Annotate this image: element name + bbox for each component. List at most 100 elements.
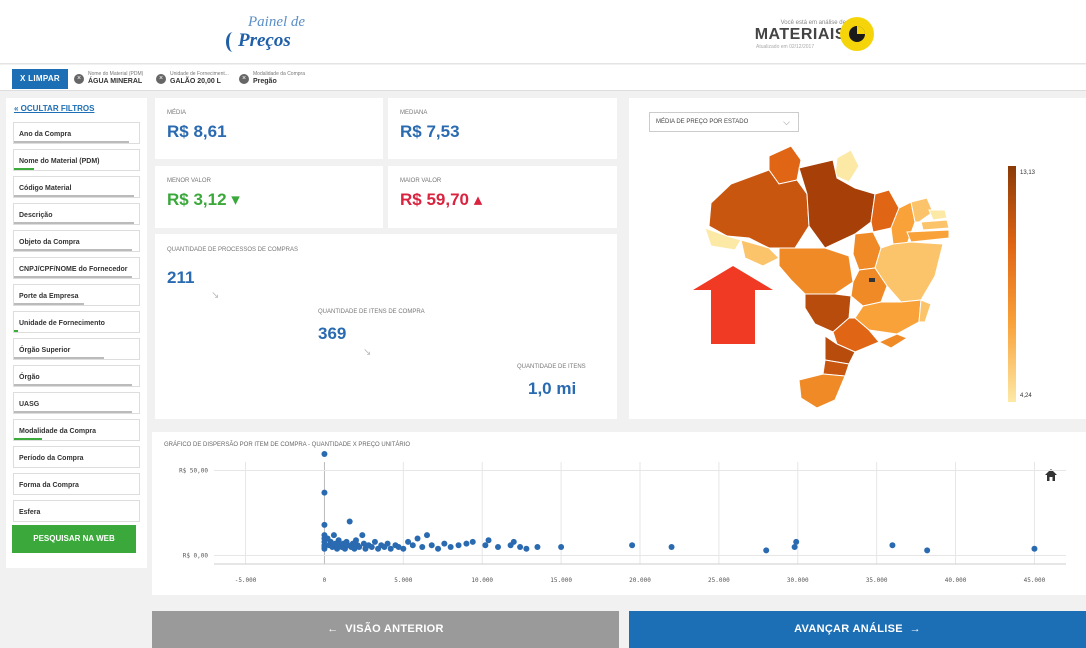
filter-ano-da-compra[interactable]: Ano da Compra xyxy=(13,122,140,144)
filter-objeto-da-compra[interactable]: Objeto da Compra xyxy=(13,230,140,252)
scatter-point[interactable] xyxy=(668,544,675,550)
scatter-point[interactable] xyxy=(384,540,391,547)
filter-codigo-material[interactable]: Código Material xyxy=(13,176,140,198)
filter-label: Código Material xyxy=(19,185,72,192)
filter-periodo-da-compra[interactable]: Período da Compra xyxy=(13,446,140,468)
filter-descricao[interactable]: Descrição xyxy=(13,203,140,225)
mediana-card: MEDIANA R$ 7,53 xyxy=(388,98,617,159)
scatter-point[interactable] xyxy=(469,538,476,545)
advance-analysis-label: AVANÇAR ANÁLISE xyxy=(794,623,903,635)
mediana-label: MEDIANA xyxy=(400,110,428,116)
filter-uasg[interactable]: UASG xyxy=(13,392,140,414)
state-rj xyxy=(877,333,909,349)
scatter-point[interactable] xyxy=(1031,545,1038,552)
brazil-map[interactable] xyxy=(629,98,1086,419)
scatter-point[interactable] xyxy=(368,544,375,550)
x-tick-label: 40.000 xyxy=(945,577,967,584)
previous-view-label: VISÃO ANTERIOR xyxy=(345,623,444,635)
remove-chip-icon[interactable]: × xyxy=(74,74,84,84)
scatter-point[interactable] xyxy=(534,544,541,550)
scatter-point[interactable] xyxy=(510,538,517,545)
legend-max-value: 13,13 xyxy=(1020,170,1036,176)
scatter-point[interactable] xyxy=(409,542,416,549)
menor-valor-label: MENOR VALOR xyxy=(167,178,211,184)
legend-min-value: 4,24 xyxy=(1020,393,1032,399)
filter-chip-modalidade[interactable]: × Modalidade da Compra Pregão xyxy=(239,69,305,89)
filter-label: Porte da Empresa xyxy=(19,293,79,300)
scatter-point[interactable] xyxy=(419,544,426,550)
filter-label: Ano da Compra xyxy=(19,131,72,138)
filter-label: Objeto da Compra xyxy=(19,239,80,246)
x-tick-label: -5.000 xyxy=(235,577,257,584)
filter-unidade-de-fornecimento[interactable]: Unidade de Fornecimento xyxy=(13,311,140,333)
chip-value: Pregão xyxy=(253,77,277,85)
scatter-point[interactable] xyxy=(482,542,489,549)
state-mt xyxy=(778,247,854,295)
scatter-plot[interactable]: -5.000 0 5.000 10.000 15.000 20.000 25.000 30.0… xyxy=(152,432,1086,595)
scatter-point[interactable] xyxy=(523,545,530,552)
arrow-down-right-icon: ↘ xyxy=(211,290,220,301)
scatter-point[interactable] xyxy=(359,532,366,539)
scatter-point[interactable] xyxy=(400,545,407,552)
filter-modalidade-da-compra[interactable]: Modalidade da Compra xyxy=(13,419,140,441)
scatter-point[interactable] xyxy=(353,537,359,544)
advance-analysis-button[interactable]: AVANÇAR ANÁLISE → xyxy=(629,611,1086,648)
scatter-point[interactable] xyxy=(321,489,328,496)
web-search-button[interactable]: PESQUISAR NA WEB xyxy=(12,525,136,553)
filter-label: Órgão Superior xyxy=(19,347,71,354)
state-pe xyxy=(906,229,950,243)
scatter-point[interactable] xyxy=(330,532,337,539)
filter-forma-da-compra[interactable]: Forma da Compra xyxy=(13,473,140,495)
hide-filters-link[interactable]: « OCULTAR FILTROS xyxy=(14,104,94,113)
scatter-point[interactable] xyxy=(447,544,454,550)
scatter-point[interactable] xyxy=(629,542,636,549)
filter-esfera[interactable]: Esfera xyxy=(13,500,140,522)
scatter-point[interactable] xyxy=(435,545,442,552)
filter-chip-material[interactable]: × Nome do Material (PDM) ÁGUA MINERAL xyxy=(74,69,143,89)
media-value: R$ 8,61 xyxy=(167,122,227,141)
scatter-point[interactable] xyxy=(321,521,328,528)
processos-value: 211 xyxy=(167,268,195,287)
itens-label: QUANTIDADE DE ITENS xyxy=(517,364,586,370)
scatter-point[interactable] xyxy=(495,544,501,550)
scatter-point[interactable] xyxy=(455,542,462,549)
filter-label: Órgão xyxy=(19,374,40,381)
scatter-point[interactable] xyxy=(924,547,931,554)
scatter-panel: GRÁFICO DE DISPERSÃO POR ITEM DE COMPRA … xyxy=(152,432,1086,595)
x-tick-label: 15.000 xyxy=(550,577,572,584)
scatter-point[interactable] xyxy=(321,451,328,458)
filters-sidebar: « OCULTAR FILTROS Ano da Compra Nome do … xyxy=(6,98,147,568)
remove-chip-icon[interactable]: × xyxy=(239,74,249,84)
header: Painel de Preços Você está em análise de… xyxy=(0,0,1086,64)
scatter-point[interactable] xyxy=(558,544,565,550)
previous-view-button[interactable]: ← VISÃO ANTERIOR xyxy=(152,611,619,648)
logo-line2: Preços xyxy=(238,30,291,51)
scatter-point[interactable] xyxy=(889,542,896,549)
scatter-point[interactable] xyxy=(441,540,448,547)
clear-filters-button[interactable]: X LIMPAR xyxy=(12,69,68,89)
filter-orgao[interactable]: Órgão xyxy=(13,365,140,387)
filter-porte-da-empresa[interactable]: Porte da Empresa xyxy=(13,284,140,306)
scatter-point[interactable] xyxy=(463,540,470,547)
chip-value: ÁGUA MINERAL xyxy=(88,77,143,85)
scatter-point[interactable] xyxy=(424,532,430,539)
maior-valor-card: MAIOR VALOR R$ 59,70 ▴ xyxy=(388,166,617,228)
scatter-point[interactable] xyxy=(414,535,421,542)
scatter-point[interactable] xyxy=(793,538,800,545)
scatter-point[interactable] xyxy=(763,547,770,554)
scatter-point[interactable] xyxy=(791,544,798,550)
itens-compra-label: QUANTIDADE DE ITENS DE COMPRA xyxy=(318,309,425,315)
painel-de-precos-logo[interactable]: Painel de Preços xyxy=(226,10,316,56)
analysis-title: MATERIAIS xyxy=(754,26,846,43)
scatter-point[interactable] xyxy=(517,544,524,550)
scatter-point[interactable] xyxy=(428,542,435,549)
scatter-point[interactable] xyxy=(485,537,492,544)
filter-orgao-superior[interactable]: Órgão Superior xyxy=(13,338,140,360)
filter-nome-do-material[interactable]: Nome do Material (PDM) xyxy=(13,149,140,171)
remove-chip-icon[interactable]: × xyxy=(156,74,166,84)
scatter-point[interactable] xyxy=(371,538,378,545)
scatter-point[interactable] xyxy=(346,518,353,525)
filter-cnpj-fornecedor[interactable]: CNPJ/CPF/NOME do Fornecedor xyxy=(13,257,140,279)
pie-chart-icon[interactable] xyxy=(840,17,874,51)
filter-chip-unidade[interactable]: × Unidade de Forneciment... GALÃO 20,00 … xyxy=(156,69,229,89)
